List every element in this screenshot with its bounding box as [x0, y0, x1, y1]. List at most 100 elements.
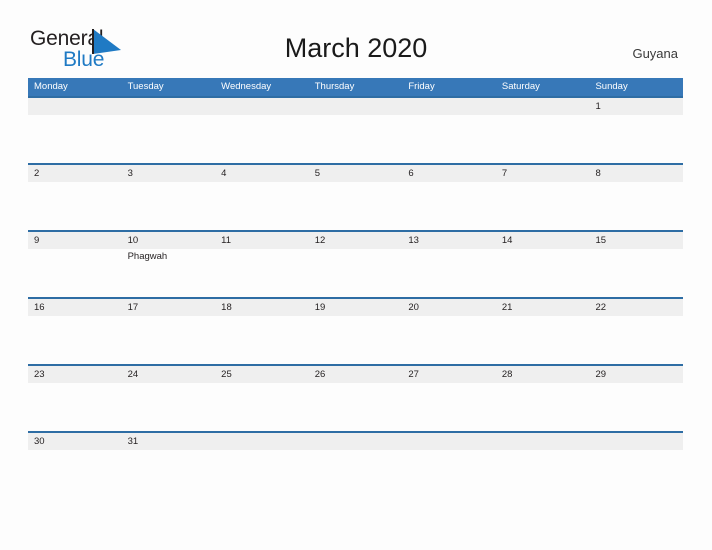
- day-number: 30: [34, 436, 45, 447]
- calendar-day-cell[interactable]: 13: [402, 232, 496, 297]
- calendar-day-cell[interactable]: 3: [122, 165, 216, 230]
- calendar-day-cell[interactable]: 14: [496, 232, 590, 297]
- day-number: 7: [501, 168, 508, 179]
- calendar-day-cell[interactable]: 6: [402, 165, 496, 230]
- weekday-header-sunday: Sunday: [595, 81, 628, 92]
- calendar-day-cell[interactable]: 7: [496, 165, 590, 230]
- day-number: 5: [314, 168, 321, 179]
- calendar-day-cell[interactable]: [402, 98, 496, 163]
- weekday-header-friday: Friday: [408, 81, 435, 92]
- calendar-day-cell[interactable]: 27: [402, 366, 496, 431]
- day-number: 17: [127, 302, 139, 313]
- day-number: 1: [595, 101, 601, 112]
- day-number: 2: [34, 168, 40, 179]
- calendar-week-row: 23 24 25 26 27 28 29: [28, 364, 683, 431]
- page-title: March 2020: [284, 33, 428, 63]
- calendar-day-cell[interactable]: 2: [28, 165, 122, 230]
- calendar-day-cell[interactable]: 22: [589, 299, 683, 364]
- day-number: 11: [221, 235, 232, 246]
- day-number: 4: [221, 168, 227, 179]
- calendar-day-cell[interactable]: [215, 433, 309, 498]
- calendar-week-row: 1: [28, 96, 683, 163]
- calendar-day-cell[interactable]: 8: [589, 165, 683, 230]
- day-number: [315, 433, 403, 450]
- day-number: 21: [501, 302, 513, 313]
- calendar-day-cell[interactable]: 21: [496, 299, 590, 364]
- day-number: 24: [127, 369, 139, 380]
- calendar-day-cell[interactable]: 30: [28, 433, 122, 498]
- day-number: [128, 98, 216, 115]
- weekday-header-thursday: Thursday: [314, 81, 355, 92]
- day-number: 14: [501, 235, 513, 246]
- day-number: [315, 98, 403, 115]
- calendar-day-cell[interactable]: 19: [309, 299, 403, 364]
- day-number: 16: [34, 302, 45, 313]
- day-number: [221, 98, 309, 115]
- calendar-day-cell[interactable]: 31: [122, 433, 216, 498]
- calendar-day-cell[interactable]: 17: [122, 299, 216, 364]
- day-number: [595, 433, 683, 450]
- day-number: 8: [595, 168, 601, 179]
- country-label: Guyana: [632, 46, 678, 61]
- day-number: 3: [127, 168, 133, 179]
- calendar-day-cell[interactable]: [215, 98, 309, 163]
- day-number: 31: [127, 436, 139, 447]
- calendar-day-cell[interactable]: 16: [28, 299, 122, 364]
- calendar-day-cell[interactable]: 12: [309, 232, 403, 297]
- calendar-day-cell[interactable]: [496, 98, 590, 163]
- calendar-day-cell[interactable]: 4: [215, 165, 309, 230]
- calendar-day-cell[interactable]: 20: [402, 299, 496, 364]
- calendar-day-cell[interactable]: 5: [309, 165, 403, 230]
- calendar-day-cell[interactable]: [589, 433, 683, 498]
- day-number: 23: [34, 369, 45, 380]
- calendar-day-cell[interactable]: 9: [28, 232, 122, 297]
- calendar-day-cell[interactable]: 1: [589, 98, 683, 163]
- weekday-header-wednesday: Wednesday: [221, 81, 272, 92]
- calendar-day-cell[interactable]: 28: [496, 366, 590, 431]
- weekday-header-monday: Monday: [34, 81, 68, 92]
- day-number: 22: [595, 302, 607, 313]
- day-number: 27: [408, 369, 419, 380]
- calendar-day-cell[interactable]: [309, 433, 403, 498]
- weekday-header-saturday: Saturday: [501, 81, 540, 92]
- calendar-day-cell[interactable]: 25: [215, 366, 309, 431]
- calendar-week-row: 16 17 18 19 20 21 22: [28, 297, 683, 364]
- calendar-week-row: 2 3 4 5 6 7 8: [28, 163, 683, 230]
- calendar-day-cell[interactable]: 11: [215, 232, 309, 297]
- day-number: 9: [34, 235, 40, 246]
- calendar-day-cell[interactable]: [402, 433, 496, 498]
- calendar-week-row: 9 10 Phagwah 11 12 13 14 15: [28, 230, 683, 297]
- calendar-day-cell[interactable]: 15: [589, 232, 683, 297]
- day-number: 29: [595, 369, 607, 380]
- day-number: 19: [314, 302, 326, 313]
- calendar-week-row: 30 31: [28, 431, 683, 498]
- weekday-header-row: Monday Tuesday Wednesday Thursday Friday…: [28, 78, 683, 96]
- calendar-day-cell[interactable]: 29: [589, 366, 683, 431]
- day-number: 15: [595, 235, 607, 246]
- day-number: 26: [314, 369, 326, 380]
- day-number: [502, 98, 590, 115]
- day-number: [408, 98, 496, 115]
- day-number: [34, 98, 122, 115]
- day-number: 20: [408, 302, 419, 313]
- day-number: [221, 433, 309, 450]
- day-number: 18: [221, 302, 232, 313]
- day-number: 12: [314, 235, 326, 246]
- calendar-day-cell[interactable]: [28, 98, 122, 163]
- calendar-day-cell[interactable]: 10 Phagwah: [122, 232, 216, 297]
- weekday-header-tuesday: Tuesday: [127, 81, 164, 92]
- day-number: 6: [408, 168, 414, 179]
- day-number: 13: [408, 235, 419, 246]
- calendar-day-cell[interactable]: [122, 98, 216, 163]
- calendar-day-cell[interactable]: 18: [215, 299, 309, 364]
- calendar-day-cell[interactable]: [496, 433, 590, 498]
- day-number: 28: [501, 369, 513, 380]
- holiday-label: Phagwah: [127, 251, 168, 262]
- day-number: [502, 433, 590, 450]
- calendar-grid: Monday Tuesday Wednesday Thursday Friday…: [28, 78, 683, 498]
- calendar-day-cell[interactable]: 26: [309, 366, 403, 431]
- calendar-day-cell[interactable]: [309, 98, 403, 163]
- day-number: 25: [221, 369, 232, 380]
- calendar-day-cell[interactable]: 23: [28, 366, 122, 431]
- calendar-day-cell[interactable]: 24: [122, 366, 216, 431]
